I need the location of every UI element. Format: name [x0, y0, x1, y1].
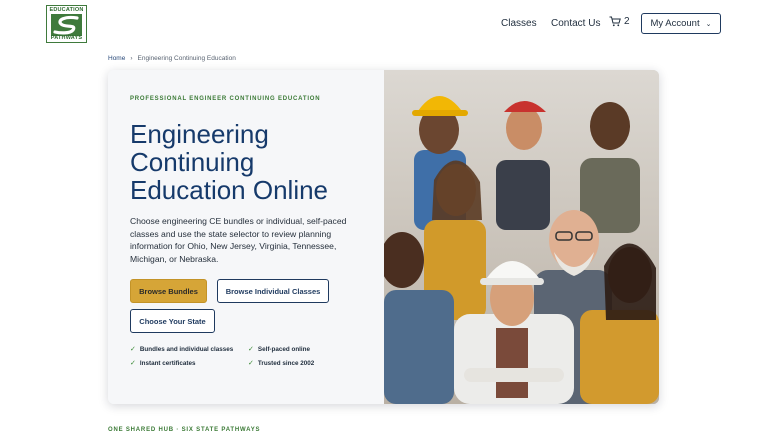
checkmark-icon: ✓ — [130, 346, 136, 353]
hero-content: PROFESSIONAL ENGINEER CONTINUING EDUCATI… — [108, 70, 384, 404]
cart-icon — [609, 16, 621, 27]
feature-label: Bundles and individual classes — [139, 345, 234, 353]
browse-individual-classes-button[interactable]: Browse Individual Classes — [217, 279, 329, 303]
feature-label: Self-paced online — [257, 345, 311, 353]
choose-your-state-button[interactable]: Choose Your State — [130, 309, 215, 333]
checkmark-icon: ✓ — [248, 346, 254, 353]
browse-bundles-button[interactable]: Browse Bundles — [130, 279, 207, 303]
feature-label: Instant certificates — [139, 359, 196, 367]
feature-item: ✓ Instant certificates — [130, 359, 196, 368]
nav-contact-link[interactable]: Contact Us — [551, 18, 600, 29]
logo-top-text: EDUCATION — [49, 7, 84, 13]
checkmark-icon: ✓ — [130, 360, 136, 367]
cart-count: 2 — [624, 16, 630, 27]
section-label: ONE SHARED HUB · SIX STATE PATHWAYS — [108, 427, 261, 433]
cart-button[interactable]: 2 — [609, 16, 630, 27]
logo[interactable]: EDUCATION PATHWAYS — [46, 5, 87, 43]
my-account-button[interactable]: My Account ⌄ — [641, 13, 721, 34]
engineers-group-illustration — [384, 70, 659, 404]
breadcrumb-current: Engineering Continuing Education — [137, 55, 236, 62]
page-title: Engineering Continuing Education Online — [130, 119, 329, 205]
logo-bottom-text: PATHWAYS — [50, 35, 83, 41]
logo-mark-icon — [51, 14, 82, 36]
feature-label: Trusted since 2002 — [257, 359, 315, 367]
checkmark-icon: ✓ — [248, 360, 254, 367]
hero-description: Choose engineering CE bundles or individ… — [130, 216, 347, 264]
nav-classes-link[interactable]: Classes — [501, 18, 537, 29]
feature-item: ✓ Bundles and individual classes — [130, 345, 234, 354]
hero-card: PROFESSIONAL ENGINEER CONTINUING EDUCATI… — [108, 70, 659, 404]
breadcrumb-separator: › — [130, 55, 133, 62]
breadcrumb-home-link[interactable]: Home — [108, 55, 125, 62]
hero-image-engineers — [384, 70, 659, 404]
feature-item: ✓ Self-paced online — [248, 345, 311, 354]
feature-item: ✓ Trusted since 2002 — [248, 359, 315, 368]
hero-eyebrow: PROFESSIONAL ENGINEER CONTINUING EDUCATI… — [130, 96, 321, 102]
chevron-down-icon: ⌄ — [705, 20, 712, 28]
breadcrumb: Home › Engineering Continuing Education — [108, 55, 236, 62]
my-account-label: My Account — [650, 18, 700, 29]
